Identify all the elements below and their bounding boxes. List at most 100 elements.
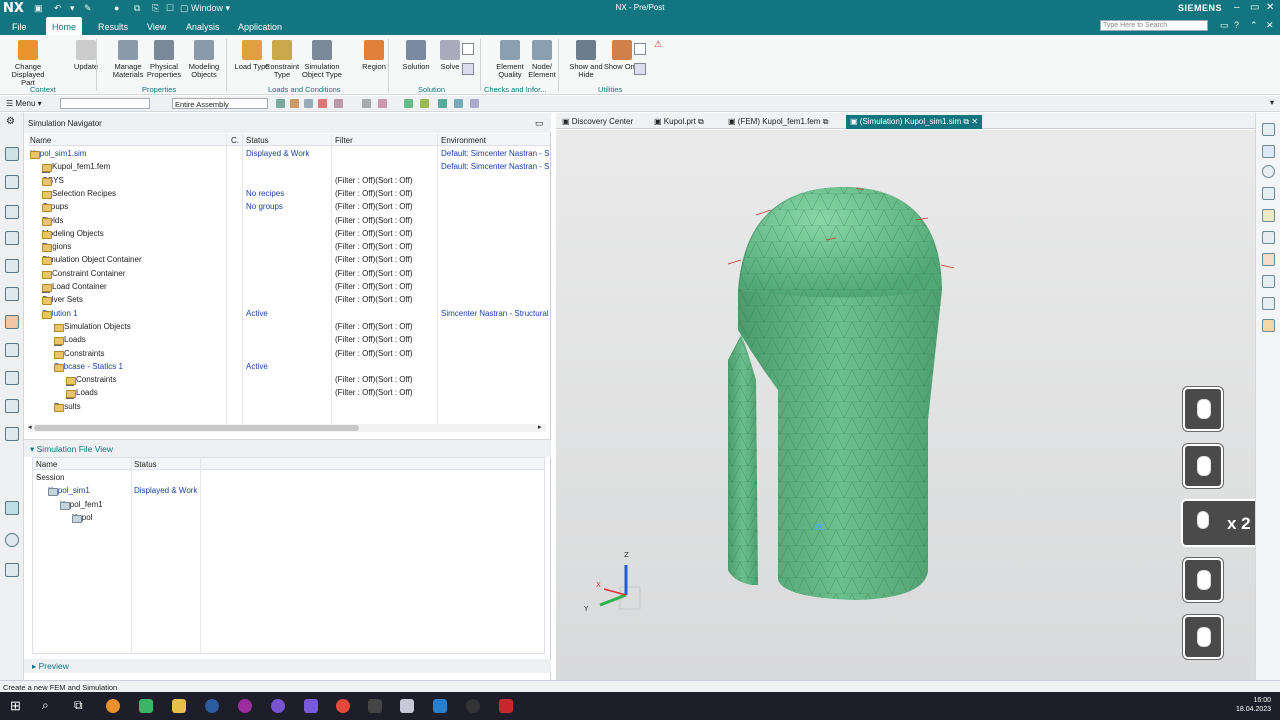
app-remote-icon[interactable] <box>400 699 414 713</box>
point-icon[interactable] <box>334 99 343 108</box>
app-nx-icon[interactable] <box>499 699 513 713</box>
book-icon[interactable] <box>1262 253 1275 266</box>
snap-icon[interactable] <box>304 99 313 108</box>
navigator-row[interactable]: +Constraint Container (Filter : Off)(Sort… <box>28 267 550 280</box>
file-view-header[interactable]: ▾ Simulation File View <box>24 439 551 457</box>
menu-view[interactable]: View <box>147 22 166 32</box>
col-status[interactable]: Status <box>246 136 269 145</box>
navigator-row[interactable]: +Subcase - Statics 1 Active <box>28 360 550 373</box>
navigator-row[interactable]: +Constraints (Filter : Off)(Sort : Off) <box>28 347 550 360</box>
collapse-toggle-icon[interactable]: − <box>36 475 43 482</box>
navigator-row[interactable]: +Groups No groups (Filter : Off)(Sort : Of… <box>28 200 550 213</box>
navigator-hscrollbar[interactable]: ◂ ▸ <box>28 424 546 432</box>
ribbon-button-physical-properties[interactable]: Physical Properties <box>144 38 184 79</box>
scroll-right-icon[interactable]: ▸ <box>538 423 542 431</box>
scroll-left-icon[interactable]: ◂ <box>28 423 32 431</box>
scope-select[interactable]: Entire Assembly <box>172 98 268 109</box>
graphics-viewport[interactable]: ZC Z X Y x 2 <box>556 130 1277 680</box>
ribbon-button-update[interactable]: Update <box>66 38 106 71</box>
ribbon-button-show-and-hide[interactable]: Show and Hide <box>566 38 606 79</box>
col-filter[interactable]: Filter <box>335 136 353 145</box>
file-view-row[interactable]: − Session <box>33 471 544 484</box>
spring-icon[interactable] <box>1262 297 1275 310</box>
navigator-row[interactable]: +Fields (Filter : Off)(Sort : Off) <box>28 214 550 227</box>
app-audio-icon[interactable] <box>368 699 382 713</box>
fem-model-view[interactable]: ZC Z X Y <box>556 130 1255 680</box>
select-icon[interactable] <box>276 99 285 108</box>
tab-fem[interactable]: ▣ (FEM) Kupol_fem1.fem ⧉ <box>724 115 832 129</box>
col-environment[interactable]: Environment <box>441 136 486 145</box>
app-vs-icon[interactable] <box>304 699 318 713</box>
settings-gear-icon[interactable]: ⚙ <box>6 116 15 127</box>
system-clock[interactable]: 16:00 18.04.2023 <box>1236 696 1271 714</box>
snap-point-icon[interactable] <box>404 99 413 108</box>
navigator-row[interactable]: +Load Container (Filter : Off)(Sort : Off… <box>28 280 550 293</box>
tile-icon[interactable] <box>1262 123 1275 136</box>
grid-icon[interactable] <box>470 99 479 108</box>
navigator-row[interactable]: +Simulation Objects (Filter : Off)(Sort :… <box>28 320 550 333</box>
clock-icon[interactable] <box>5 533 19 547</box>
teamcenter-icon[interactable] <box>5 501 19 515</box>
warning-icon[interactable]: ⚠ <box>654 39 662 50</box>
navigator-row[interactable]: +Modeling Objects (Filter : Off)(Sort : O… <box>28 227 550 240</box>
app-obs-icon[interactable] <box>238 699 252 713</box>
constraint-navigator-icon[interactable] <box>5 231 19 245</box>
refresh-icon[interactable] <box>634 43 646 55</box>
rotate-icon[interactable] <box>1262 275 1275 288</box>
analysis-icon[interactable] <box>5 563 19 577</box>
ribbon-button-manage-materials[interactable]: Manage Materials <box>108 38 148 79</box>
grid-view-icon[interactable] <box>1262 231 1275 244</box>
tools-icon[interactable] <box>1262 319 1275 332</box>
process-studio-icon[interactable] <box>5 399 19 413</box>
minimize-icon[interactable]: – <box>1234 2 1240 13</box>
solve-options-icon[interactable] <box>462 43 474 55</box>
type-filter-select[interactable] <box>60 98 150 109</box>
windows-start-icon[interactable]: ⊞ <box>10 698 21 714</box>
display-icon[interactable] <box>634 63 646 75</box>
reuse-library-icon[interactable] <box>5 259 19 273</box>
roles-icon[interactable] <box>5 427 19 441</box>
restore-icon[interactable]: ▭ <box>1250 2 1259 13</box>
tab-close-icon[interactable]: ✕ <box>971 117 978 126</box>
view-icon[interactable] <box>1262 145 1275 158</box>
panel-maximize-icon[interactable]: ▭ <box>535 118 544 129</box>
ribbon-minimize-icon[interactable]: ⌃ <box>1250 20 1258 31</box>
system-materials-icon[interactable] <box>5 371 19 385</box>
fv-col-name[interactable]: Name <box>36 460 57 469</box>
lock-icon[interactable] <box>362 99 371 108</box>
deselect-icon[interactable] <box>378 99 387 108</box>
preview-section[interactable]: ▸ Preview <box>24 659 551 673</box>
assembly-navigator-icon[interactable] <box>5 205 19 219</box>
ribbon-button-constraint-type[interactable]: Constraint Type <box>262 38 302 79</box>
ribbon-button-node-element[interactable]: Node/ Element <box>522 38 562 79</box>
toolbar-options-icon[interactable]: ▭ <box>1220 20 1229 31</box>
navigator-row[interactable]: +Solution 1 Active Simcenter Nastran - Str… <box>28 307 550 320</box>
file-view-row[interactable]: −Kupol <box>33 511 544 524</box>
ribbon-close-icon[interactable]: ✕ <box>1266 20 1274 31</box>
navigator-row[interactable]: +Kupol_fem1.fem Default: Simcenter Nastra… <box>28 160 550 173</box>
history-icon[interactable] <box>5 343 19 357</box>
tab-simulation[interactable]: ▣ (Simulation) Kupol_sim1.sim ⧉ ✕ <box>846 115 983 129</box>
job-monitor-icon[interactable] <box>462 63 474 75</box>
navigator-row[interactable]: +Selection Recipes No recipes (Filter : Of… <box>28 187 550 200</box>
navigator-row[interactable]: +Loads (Filter : Off)(Sort : Off) <box>28 386 550 399</box>
navigator-row[interactable]: +Regions (Filter : Off)(Sort : Off) <box>28 240 550 253</box>
help-circle-icon[interactable] <box>1262 165 1275 178</box>
view-triad[interactable]: Z X Y <box>583 551 641 613</box>
web-browser-icon[interactable] <box>5 315 19 329</box>
navigator-row[interactable]: +Solver Sets (Filter : Off)(Sort : Off) <box>28 293 550 306</box>
navigator-row[interactable]: +Kupol_sim1.sim Displayed & Work Default: … <box>28 147 550 160</box>
endpoint-icon[interactable] <box>420 99 429 108</box>
search-icon[interactable]: ⌕ <box>1196 20 1201 31</box>
hd3d-tools-icon[interactable] <box>5 287 19 301</box>
col-name[interactable]: Name <box>30 136 51 145</box>
col-c[interactable]: C. <box>231 136 239 145</box>
ribbon-button-modeling-objects[interactable]: Modeling Objects <box>184 38 224 79</box>
menu-button[interactable]: ☰ Menu ▾ <box>6 99 42 108</box>
navigator-row[interactable]: +Constraints (Filter : Off)(Sort : Off) <box>28 373 550 386</box>
midpoint-icon[interactable] <box>438 99 447 108</box>
app-vscode-icon[interactable] <box>433 699 447 713</box>
task-view-icon[interactable]: ⧉ <box>74 698 83 713</box>
tab-discovery-center[interactable]: ▣ Discovery Center <box>558 115 637 129</box>
file-view-row[interactable]: −Kupol_sim1 Displayed & Work <box>33 484 544 497</box>
